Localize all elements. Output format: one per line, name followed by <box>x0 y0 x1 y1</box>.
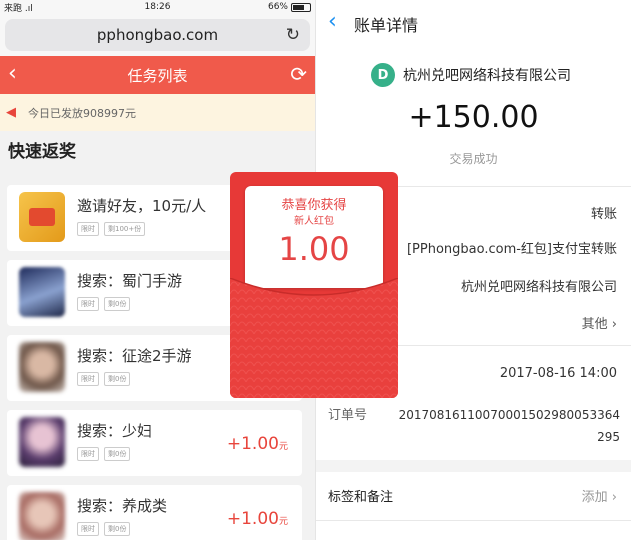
other-link[interactable]: 其他 › <box>582 313 617 332</box>
address-bar[interactable]: pphongbao.com ↻ <box>5 19 310 51</box>
transfer-amount: +150.00 <box>408 100 539 135</box>
payer-name: 杭州兑吧网络科技有限公司 <box>403 68 571 84</box>
game-thumbnail <box>19 492 65 540</box>
company-logo: D <box>371 63 395 87</box>
task-card[interactable]: 搜索：养成类 限时 剩0份 +1.00元 <box>7 485 302 540</box>
task-title: 搜索：少妇 <box>77 422 153 440</box>
reward-amount: +1.00 <box>226 509 279 529</box>
speaker-icon: ◀ <box>6 105 16 120</box>
task-tags: 限时 剩0份 <box>77 447 131 461</box>
transaction-type: 转账 <box>590 207 617 222</box>
page-title: 任务列表 <box>127 66 188 85</box>
payout-notice: ◀ 今日已发放908997元 <box>0 94 315 131</box>
task-tags: 限时 剩0份 <box>77 522 131 536</box>
remaining-tag: 剩0份 <box>104 297 131 311</box>
counterparty-name: 杭州兑吧网络科技有限公司 <box>460 280 617 295</box>
remaining-tag: 剩0份 <box>104 372 131 386</box>
browser-address-area: pphongbao.com ↻ <box>0 14 315 56</box>
transaction-status: 交易成功 <box>449 152 498 166</box>
url-text: pphongbao.com <box>96 26 219 44</box>
task-tags: 限时 剩0份 <box>77 297 131 311</box>
bill-header: ‹ 账单详情 <box>316 0 631 48</box>
task-reward: +1.00元 <box>227 509 288 529</box>
bonus-amount: 1.00 <box>278 230 350 268</box>
tags-notes-label: 标签和备注 <box>328 490 394 505</box>
section-gap <box>316 460 631 472</box>
order-label: 订单号 <box>328 408 368 423</box>
limited-tag: 限时 <box>77 297 99 311</box>
reward-amount: +1.00 <box>226 434 279 454</box>
remaining-tag: 剩0份 <box>104 522 131 536</box>
game-thumbnail <box>19 417 65 467</box>
divider <box>316 520 631 521</box>
transaction-description: [PPhongbao.com-红包]支付宝转账 <box>406 242 617 257</box>
remaining-tag: 剩0份 <box>104 447 131 461</box>
limited-tag: 限时 <box>77 222 99 236</box>
transaction-date: 2017-08-16 14:00 <box>499 366 617 381</box>
task-card[interactable]: 搜索：少妇 限时 剩0份 +1.00元 <box>7 410 302 476</box>
task-reward: +1.00元 <box>227 434 288 454</box>
game-thumbnail <box>19 342 65 392</box>
limited-tag: 限时 <box>77 522 99 536</box>
payout-notice-text: 今日已发放908997元 <box>28 106 136 120</box>
game-thumbnail <box>19 267 65 317</box>
task-title: 搜索：征途2手游 <box>77 347 192 365</box>
order-number: 20170816110070001502980053364295 <box>398 408 620 444</box>
task-title: 搜索：养成类 <box>77 497 168 515</box>
bill-title: 账单详情 <box>354 16 419 35</box>
refresh-icon[interactable]: ⟳ <box>290 62 307 86</box>
reload-icon[interactable]: ↻ <box>286 25 300 45</box>
payer-line: D 杭州兑吧网络科技有限公司 <box>371 63 571 87</box>
task-title: 搜索：蜀门手游 <box>77 272 183 290</box>
battery-indicator: 66% <box>268 2 311 12</box>
reward-unit: 元 <box>278 517 288 527</box>
back-chevron-icon[interactable]: ‹ <box>328 9 337 34</box>
task-tags: 限时 剩0份 <box>77 372 131 386</box>
congrats-text: 恭喜你获得 <box>281 198 347 213</box>
limited-tag: 限时 <box>77 447 99 461</box>
task-title: 邀请好友，10元/人 <box>77 197 207 215</box>
add-tag-button[interactable]: 添加 › <box>582 486 617 505</box>
envelope-front <box>230 278 398 398</box>
back-chevron-icon[interactable]: ‹ <box>8 61 17 86</box>
reward-unit: 元 <box>278 442 288 452</box>
section-title: 快速返奖 <box>0 131 315 173</box>
envelope-card: 恭喜你获得 新人红包 1.00 <box>245 186 383 288</box>
status-bar: 来跑 .ıl 18:26 66% <box>0 0 315 14</box>
task-tags: 限时 剩100+份 <box>77 222 146 236</box>
battery-icon <box>291 2 311 12</box>
bonus-type-text: 新人红包 <box>294 216 334 227</box>
task-list-header: ‹ 任务列表 ⟳ <box>0 56 315 94</box>
limited-tag: 限时 <box>77 372 99 386</box>
red-envelope[interactable]: 恭喜你获得 新人红包 1.00 <box>230 172 398 398</box>
battery-percent: 66% <box>267 2 288 12</box>
red-packet-thumbnail <box>19 192 65 242</box>
remaining-tag: 剩100+份 <box>104 222 146 236</box>
